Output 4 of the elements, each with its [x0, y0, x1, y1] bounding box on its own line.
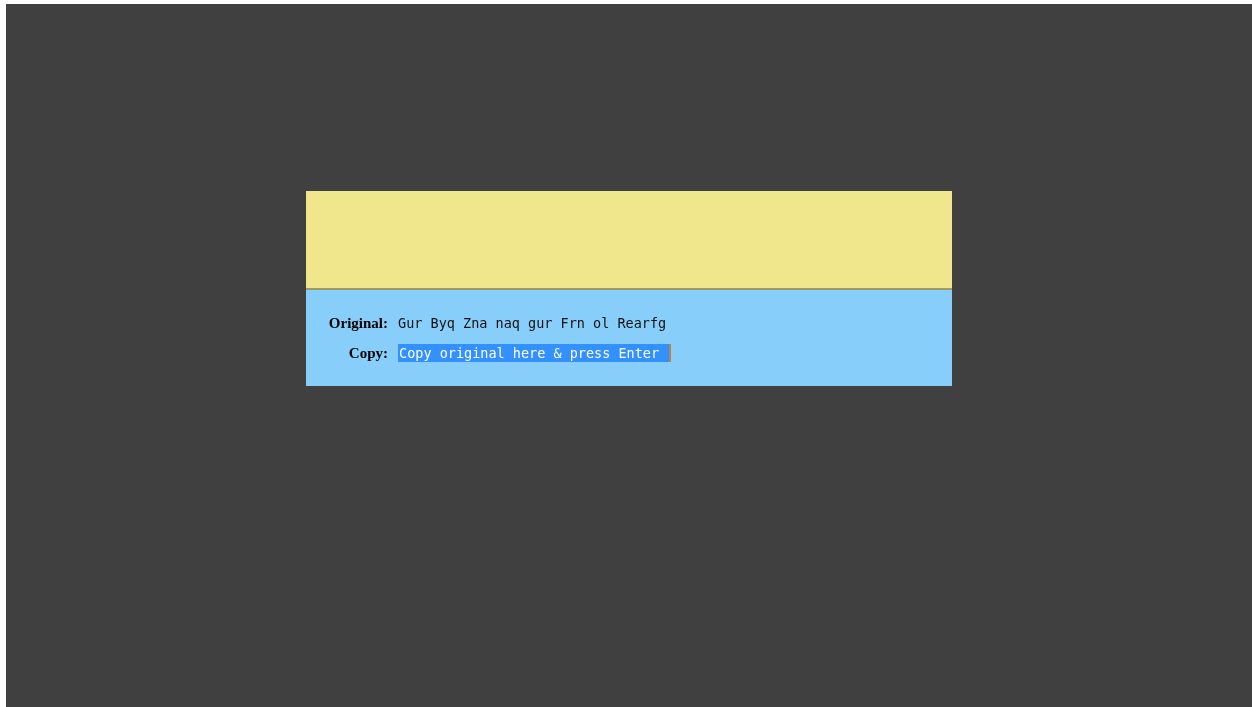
- copy-field[interactable]: Copy original here & press Enter: [398, 344, 671, 362]
- copy-label: Copy:: [347, 344, 389, 363]
- original-text: Gur Byq Zna naq gur Frn ol Rearfg: [398, 314, 668, 333]
- original-label: Original:: [327, 314, 389, 333]
